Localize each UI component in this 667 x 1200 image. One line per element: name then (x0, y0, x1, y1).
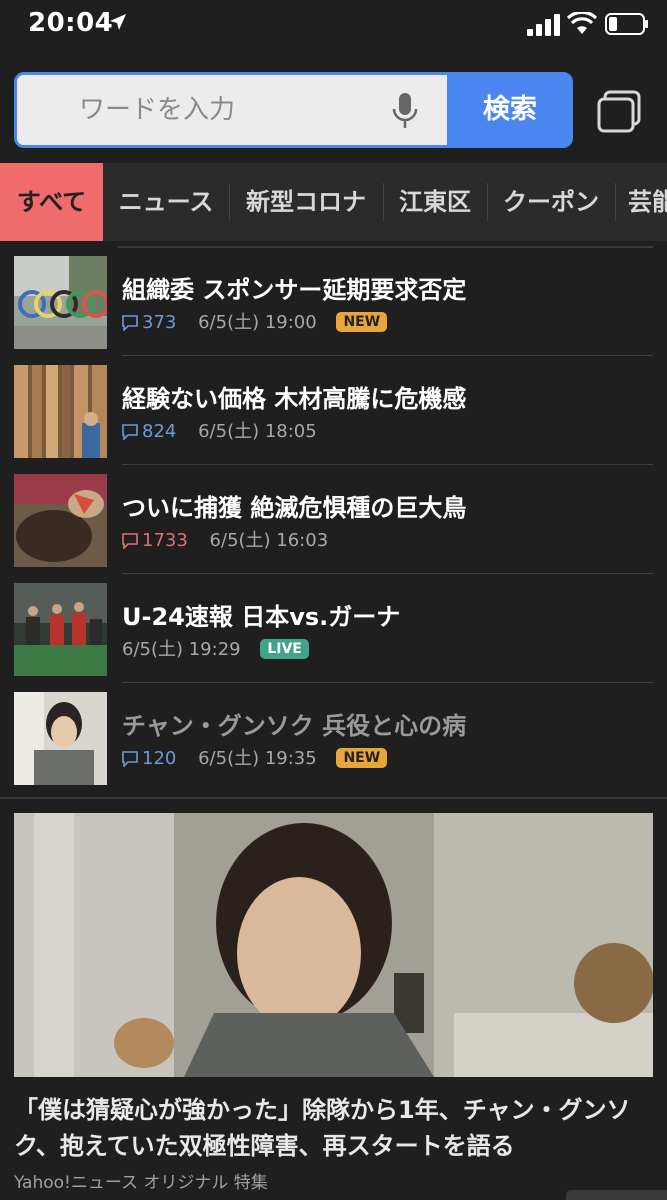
news-time: 6/5(土) 18:05 (198, 421, 317, 442)
news-time: 6/5(土) 19:29 (122, 639, 241, 660)
tab-covid[interactable]: 新型コロナ (230, 163, 382, 241)
battery-icon (605, 13, 648, 35)
item-divider (122, 573, 653, 574)
comment-count-value: 1733 (142, 530, 188, 551)
news-title: 経験ない価格 木材高騰に危機感 (122, 385, 467, 413)
tab-all[interactable]: すべて (0, 163, 103, 241)
feature-headline[interactable]: 「僕は猜疑心が強かった」除隊から1年、チャン・グンソク、抱えていた双極性障害、再… (14, 1092, 653, 1164)
tab-coupon[interactable]: クーポン (488, 163, 614, 241)
browser-tabs-icon[interactable] (596, 90, 642, 134)
news-item[interactable]: ついに捕獲 絶滅危惧種の巨大鳥 1733 6/5(土) 16:03 (14, 466, 653, 574)
new-badge: NEW (336, 312, 388, 332)
feature-source: Yahoo!ニュース オリジナル 特集 (14, 1173, 268, 1193)
news-meta: 1733 6/5(土) 16:03 (122, 528, 328, 554)
comment-count: 373 (122, 310, 176, 336)
comment-icon (122, 533, 138, 550)
news-item[interactable]: 組織委 スポンサー延期要求否定 373 6/5(土) 19:00 NEW (14, 248, 653, 356)
microphone-icon[interactable] (391, 91, 419, 131)
news-time: 6/5(土) 19:35 (198, 748, 317, 769)
news-title: U-24速報 日本vs.ガーナ (122, 603, 401, 631)
comment-count: 120 (122, 746, 176, 772)
category-tabs: すべて ニュース 新型コロナ 江東区 クーポン 芸能 (0, 163, 667, 241)
news-time: 6/5(土) 19:00 (198, 312, 317, 333)
news-meta: 6/5(土) 19:29 LIVE (122, 637, 309, 663)
tab-koto-ward[interactable]: 江東区 (384, 163, 486, 241)
new-badge: NEW (336, 748, 388, 768)
search-button[interactable]: 検索 (447, 75, 570, 145)
news-meta: 824 6/5(土) 18:05 (122, 419, 317, 445)
status-time: 20:04 (28, 8, 114, 38)
feature-image[interactable] (14, 813, 653, 1077)
comment-count: 1733 (122, 528, 188, 554)
news-item[interactable]: U-24速報 日本vs.ガーナ 6/5(土) 19:29 LIVE (14, 575, 653, 683)
comment-icon (122, 424, 138, 441)
location-arrow-icon (110, 14, 126, 30)
news-title: 組織委 スポンサー延期要求否定 (122, 276, 467, 304)
comment-count-value: 373 (142, 312, 177, 333)
comment-count-value: 120 (142, 748, 177, 769)
news-time: 6/5(土) 16:03 (209, 530, 329, 551)
news-title: チャン・グンソク 兵役と心の病 (122, 712, 467, 740)
live-badge: LIVE (260, 639, 309, 659)
news-item[interactable]: 経験ない価格 木材高騰に危機感 824 6/5(土) 18:05 (14, 357, 653, 465)
news-thumbnail (14, 692, 107, 785)
tab-separator (615, 183, 616, 221)
section-divider (0, 797, 667, 799)
tab-entertainment[interactable]: 芸能 (618, 163, 667, 241)
comment-icon (122, 315, 138, 332)
news-thumbnail (14, 583, 107, 676)
news-meta: 120 6/5(土) 19:35 NEW (122, 746, 388, 772)
item-divider (122, 355, 653, 356)
news-thumbnail (14, 256, 107, 349)
search-input[interactable] (17, 75, 447, 145)
news-title: ついに捕獲 絶滅危惧種の巨大鳥 (122, 494, 467, 522)
search-bar: 検索 (14, 72, 573, 148)
home-indicator (566, 1190, 667, 1200)
comment-count: 824 (122, 419, 176, 445)
tab-news[interactable]: ニュース (104, 163, 228, 241)
cellular-signal-icon (527, 14, 560, 36)
item-divider (122, 464, 653, 465)
news-meta: 373 6/5(土) 19:00 NEW (122, 310, 388, 336)
news-thumbnail (14, 474, 107, 567)
news-item[interactable]: チャン・グンソク 兵役と心の病 120 6/5(土) 19:35 NEW (14, 684, 653, 792)
news-thumbnail (14, 365, 107, 458)
wifi-icon (567, 12, 597, 34)
status-bar: 20:04 (0, 0, 667, 54)
comment-count-value: 824 (142, 421, 177, 442)
item-divider (122, 682, 653, 683)
comment-icon (122, 751, 138, 768)
